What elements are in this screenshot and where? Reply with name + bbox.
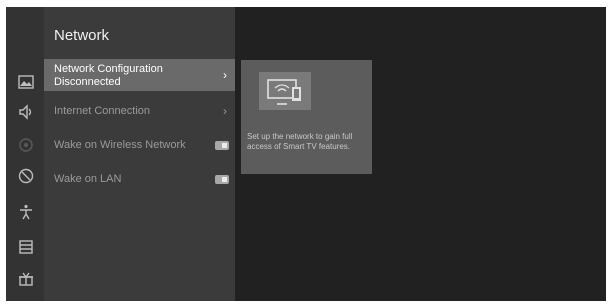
network-icon[interactable] — [17, 136, 35, 154]
menu-item-label: Wake on LAN — [54, 173, 122, 185]
info-card: Set up the network to gain full access o… — [241, 60, 372, 174]
settings-icon-bar — [6, 7, 44, 301]
tv-screen: Network Network Configuration Disconnect… — [6, 7, 606, 301]
menu-item-label: Internet Connection — [54, 105, 151, 117]
picture-icon[interactable] — [17, 73, 35, 91]
wake-wireless-toggle[interactable] — [215, 141, 229, 150]
wake-lan-toggle[interactable] — [215, 175, 229, 184]
tv-network-icon — [259, 72, 311, 110]
list-icon[interactable] — [17, 238, 35, 256]
menu-item-status: Disconnected — [54, 76, 121, 88]
gift-icon[interactable] — [17, 270, 35, 288]
menu-item-wake-on-lan[interactable]: Wake on LAN — [44, 171, 235, 189]
menu-item-label: Network Configuration — [54, 63, 163, 75]
menu-item-label: Wake on Wireless Network — [54, 139, 186, 151]
menu-item-internet-connection[interactable]: Internet Connection › — [44, 103, 235, 121]
info-card-text: Set up the network to gain full access o… — [247, 132, 353, 151]
sound-icon[interactable] — [17, 103, 35, 121]
chevron-right-icon: › — [223, 104, 227, 118]
chevron-right-icon: › — [223, 68, 227, 82]
page-title: Network — [54, 27, 110, 44]
app-icon[interactable] — [17, 167, 35, 185]
menu-item-network-configuration[interactable]: Network Configuration Disconnected › — [44, 59, 235, 91]
settings-panel: Network Network Configuration Disconnect… — [6, 7, 235, 301]
accessibility-icon[interactable] — [17, 203, 35, 221]
menu-item-wake-on-wireless-network[interactable]: Wake on Wireless Network — [44, 137, 235, 155]
